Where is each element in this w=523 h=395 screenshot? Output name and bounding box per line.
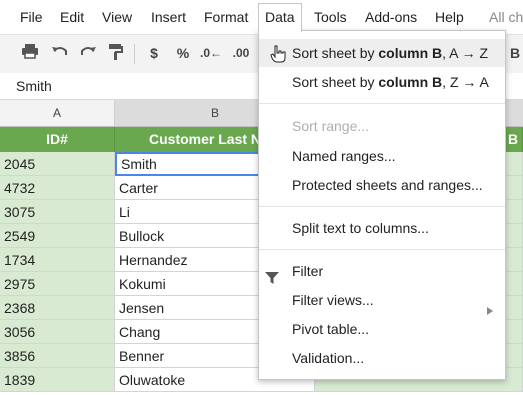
sort-az-post: , A → Z	[442, 45, 489, 61]
filter-icon	[265, 265, 281, 284]
validation-label: Validation...	[292, 350, 365, 366]
toolbar-divider	[134, 44, 135, 64]
redo-icon[interactable]	[78, 43, 98, 63]
menu-item-split-text[interactable]: Split text to columns...	[259, 214, 505, 242]
menu-insert[interactable]: Insert	[151, 4, 186, 30]
filter-label: Filter	[292, 263, 324, 279]
named-ranges-label: Named ranges...	[292, 148, 396, 164]
sort-za-bold: column B	[378, 74, 443, 90]
menu-item-validation[interactable]: Validation...	[259, 344, 505, 372]
menu-item-filter-views[interactable]: Filter views...	[259, 286, 505, 315]
cell-id[interactable]: 2549	[0, 224, 115, 248]
menu-data[interactable]: Data	[258, 3, 302, 32]
menu-divider	[259, 206, 505, 207]
paint-format-icon[interactable]	[106, 43, 126, 63]
currency-format-button[interactable]: $	[146, 43, 162, 63]
cell-id[interactable]: 1839	[0, 368, 115, 392]
cell-id[interactable]: 2045	[0, 152, 115, 176]
sort-za-pre: Sort sheet by	[292, 74, 379, 90]
cell-id[interactable]: 3075	[0, 200, 115, 224]
cell-id[interactable]: 3056	[0, 320, 115, 344]
hand-cursor-icon	[270, 44, 286, 63]
menu-help[interactable]: Help	[435, 4, 464, 30]
menu-edit[interactable]: Edit	[60, 4, 84, 30]
protected-sheets-label: Protected sheets and ranges...	[292, 177, 483, 193]
percent-format-button[interactable]: %	[174, 43, 192, 63]
menu-file[interactable]: File	[20, 4, 43, 30]
cell-id[interactable]: 3856	[0, 344, 115, 368]
sort-az-bold: column B	[378, 45, 443, 61]
menu-item-sort-range: Sort range...	[259, 112, 505, 140]
menu-divider	[259, 249, 505, 250]
column-header-b-label: B	[211, 106, 220, 120]
sort-az-pre: Sort sheet by	[292, 45, 379, 61]
menu-item-protected-sheets[interactable]: Protected sheets and ranges...	[259, 171, 505, 199]
pivot-table-label: Pivot table...	[292, 321, 370, 337]
filter-views-label: Filter views...	[292, 292, 374, 308]
menu-item-filter[interactable]: Filter	[259, 257, 505, 285]
cell-id[interactable]: 1734	[0, 248, 115, 272]
menu-item-named-ranges[interactable]: Named ranges...	[259, 142, 505, 170]
menu-tools[interactable]: Tools	[314, 4, 347, 30]
cell-id[interactable]: 2975	[0, 272, 115, 296]
split-text-label: Split text to columns...	[292, 220, 429, 236]
data-menu-dropdown: Sort sheet by column B, A → Z Sort sheet…	[258, 30, 506, 380]
menu-item-sort-az[interactable]: Sort sheet by column B, A → Z	[259, 39, 505, 67]
increase-decimal-button[interactable]: .00	[230, 43, 252, 63]
menu-view[interactable]: View	[102, 4, 132, 30]
print-icon[interactable]	[20, 43, 40, 63]
header-cell-next[interactable]: B	[504, 127, 523, 152]
formula-bar-value: Smith	[16, 78, 52, 94]
header-cell-id[interactable]: ID#	[0, 127, 115, 152]
menu-bar: File Edit View Insert Format Data Tools …	[0, 0, 523, 34]
menu-add-ons[interactable]: Add-ons	[365, 4, 417, 30]
undo-icon[interactable]	[50, 43, 70, 63]
bold-button[interactable]: B	[508, 43, 522, 63]
column-header-a[interactable]: A	[0, 100, 115, 126]
submenu-arrow-icon	[487, 296, 493, 315]
menu-format[interactable]: Format	[204, 4, 248, 30]
cell-id[interactable]: 2368	[0, 296, 115, 320]
menu-item-sort-za[interactable]: Sort sheet by column B, Z → A	[259, 68, 505, 96]
menu-divider	[259, 103, 505, 104]
menu-item-pivot-table[interactable]: Pivot table...	[259, 315, 505, 343]
sort-za-post: , Z → A	[442, 74, 489, 90]
cell-id[interactable]: 4732	[0, 176, 115, 200]
decrease-decimal-button[interactable]: .0←	[200, 43, 222, 63]
sort-range-label: Sort range...	[292, 118, 370, 134]
all-changes-saved-label: All ch	[489, 9, 523, 25]
